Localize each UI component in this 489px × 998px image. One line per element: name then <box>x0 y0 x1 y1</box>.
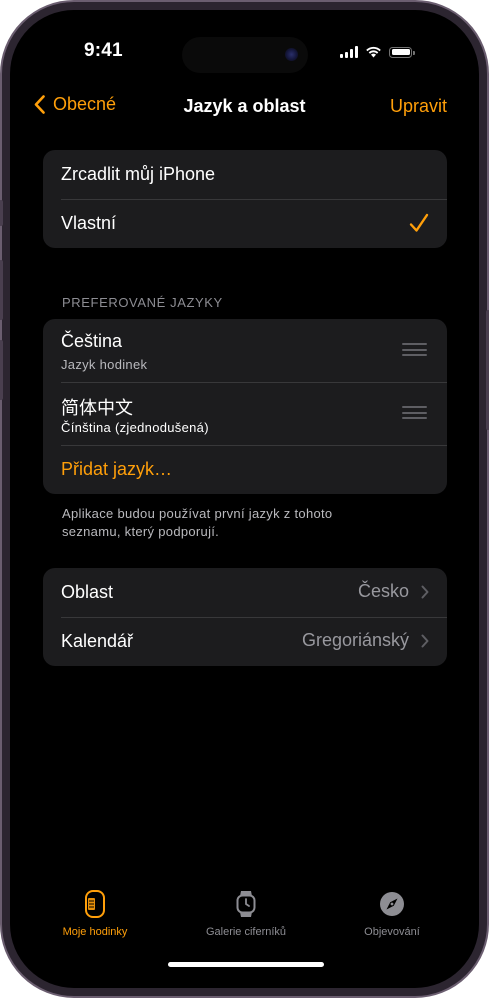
tab-label: Moje hodinky <box>62 926 128 938</box>
language-row-chinese[interactable]: 简体中文 Čínština (zjednodušená) <box>43 382 447 445</box>
language-mode-group: Zrcadlit můj iPhone Vlastní <box>43 150 447 248</box>
language-row-czech[interactable]: Čeština Jazyk hodinek <box>43 319 447 382</box>
add-language-label: Přidat jazyk… <box>61 459 173 479</box>
custom-option[interactable]: Vlastní <box>43 199 447 248</box>
battery-level-fill <box>391 49 410 55</box>
chevron-right-icon <box>421 634 429 648</box>
status-icons <box>340 44 415 60</box>
add-language-button[interactable]: Přidat jazyk… <box>43 445 447 494</box>
action-button <box>0 200 3 226</box>
language-name: 简体中文 <box>61 398 133 419</box>
edit-button[interactable]: Upravit <box>390 96 447 117</box>
row-label: Kalendář <box>61 631 134 651</box>
tab-face-gallery[interactable]: Galerie ciferníků <box>186 890 306 938</box>
screen: 9:41 Obecné Jazyk a oblast Upravit Zrcad… <box>10 10 479 988</box>
volume-down-button <box>0 340 3 400</box>
option-label: Vlastní <box>61 213 117 233</box>
row-value: Gregoriánský <box>301 630 409 650</box>
tab-my-watch[interactable]: Moje hodinky <box>35 890 155 938</box>
calendar-row[interactable]: Kalendář Gregoriánský <box>43 617 447 666</box>
reorder-handle-icon[interactable] <box>402 343 427 356</box>
wifi-icon <box>366 46 381 58</box>
language-name: Čeština <box>61 331 123 351</box>
language-subtitle: Čínština (zjednodušená) <box>61 420 209 435</box>
volume-up-button <box>0 260 3 320</box>
languages-footer-note: Aplikace budou používat první jazyk z to… <box>62 506 333 539</box>
dynamic-island <box>182 37 308 73</box>
cellular-signal-icon <box>340 46 358 58</box>
battery-icon <box>389 46 415 58</box>
tab-discover[interactable]: Objevování <box>332 890 452 938</box>
tab-label: Galerie ciferníků <box>205 926 287 938</box>
reorder-handle-icon[interactable] <box>402 406 427 419</box>
checkmark-icon <box>409 213 429 232</box>
row-value: Česko <box>357 581 409 601</box>
preferred-languages-group: Čeština Jazyk hodinek 简体中文 Čínština (zje… <box>43 319 447 494</box>
row-label: Oblast <box>61 582 114 602</box>
mirror-iphone-option[interactable]: Zrcadlit můj iPhone <box>43 150 447 199</box>
region-settings-group: Oblast Česko Kalendář Gregoriánský <box>43 568 447 666</box>
tab-bar: Moje hodinky Galerie ciferníků Objevován… <box>10 890 479 950</box>
option-label: Zrcadlit můj iPhone <box>61 164 216 184</box>
region-row[interactable]: Oblast Česko <box>43 568 447 617</box>
home-indicator[interactable] <box>168 962 324 967</box>
watch-face-icon <box>85 890 105 918</box>
front-camera <box>285 48 298 61</box>
compass-icon <box>380 892 404 916</box>
status-time: 9:41 <box>84 40 123 61</box>
preferred-languages-header: PREFEROVANÉ JAZYKY <box>62 295 223 310</box>
watch-icon <box>236 891 256 917</box>
chevron-right-icon <box>421 585 429 599</box>
language-subtitle: Jazyk hodinek <box>61 357 148 372</box>
tab-label: Objevování <box>364 926 420 938</box>
